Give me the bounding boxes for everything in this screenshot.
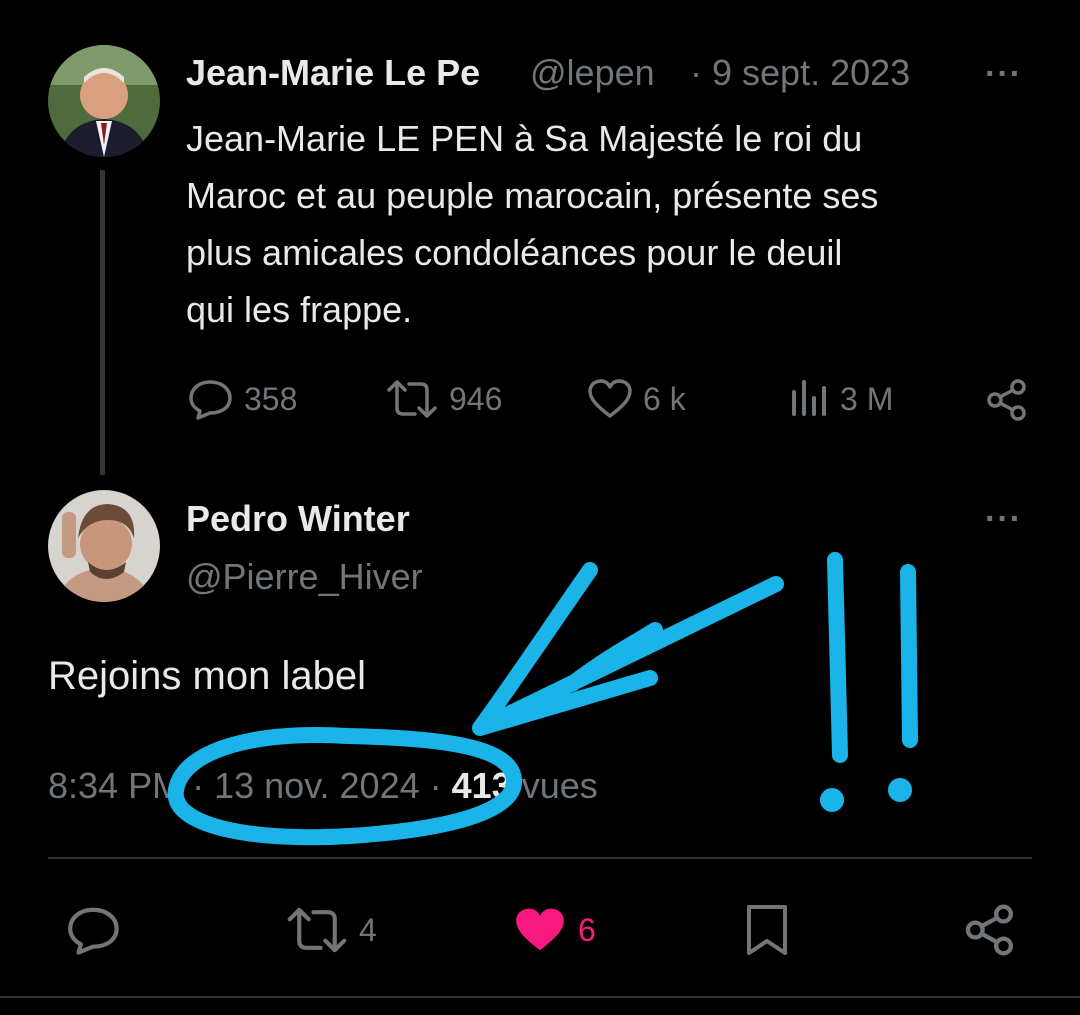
bookmark-icon: [747, 905, 787, 955]
views-count: 413: [451, 765, 512, 806]
author-name[interactable]: Pedro Winter: [186, 498, 410, 540]
views-button[interactable]: 3 M: [790, 378, 893, 420]
tweet-text-line: Maroc et au peuple marocain, présente se…: [186, 175, 879, 216]
repost-count: 4: [359, 911, 377, 948]
annotation-exclamation: [827, 552, 848, 763]
avatar-jean-marie-le-pen[interactable]: [48, 45, 160, 157]
tweet-date[interactable]: · 9 sept. 2023: [690, 52, 910, 94]
repost-button[interactable]: 4: [285, 905, 377, 955]
tweet-text-line: plus amicales condoléances pour le deuil: [186, 232, 843, 273]
repost-count: 946: [449, 380, 503, 417]
tweet-text: Jean-Marie LE PEN à Sa Majesté le roi du…: [186, 110, 1046, 338]
thread-line: [100, 170, 105, 475]
tweet-timestamp[interactable]: 8:34 PM · 13 nov. 2024 · 413 vues: [48, 765, 598, 807]
like-button[interactable]: 6 k: [587, 378, 686, 420]
repost-icon: [287, 907, 347, 953]
bookmark-button[interactable]: [744, 903, 790, 957]
separator: ·: [429, 765, 442, 806]
author-name[interactable]: Jean-Marie Le Pe: [186, 52, 516, 94]
repost-icon: [387, 380, 437, 418]
more-options-button[interactable]: ···: [985, 55, 1022, 94]
more-options-button[interactable]: ···: [985, 500, 1022, 539]
tweet-text-line: Jean-Marie LE PEN à Sa Majesté le roi du: [186, 118, 863, 159]
divider: [48, 857, 1032, 859]
annotation-arrow: [472, 562, 784, 736]
share-button[interactable]: [963, 903, 1017, 957]
avatar-pedro-winter[interactable]: [48, 490, 160, 602]
author-handle[interactable]: @lepen: [530, 52, 655, 94]
separator: ·: [192, 765, 205, 806]
annotation-dot: [820, 788, 844, 812]
tweet-time: 8:34 PM: [48, 765, 183, 806]
reply-button[interactable]: 358: [188, 378, 297, 420]
views-count: 3 M: [840, 380, 894, 417]
share-icon: [987, 379, 1026, 421]
reply-icon: [189, 380, 232, 420]
like-filled-icon: [516, 908, 564, 951]
author-handle[interactable]: @Pierre_Hiver: [186, 556, 423, 598]
reply-count: 358: [244, 380, 298, 417]
share-icon: [965, 904, 1014, 956]
annotation-exclamation: [900, 564, 918, 748]
like-count: 6 k: [643, 380, 686, 417]
reply-icon: [68, 907, 119, 955]
like-button[interactable]: 6: [512, 905, 596, 955]
tweet-text-line: qui les frappe.: [186, 289, 413, 330]
views-icon: [792, 380, 826, 416]
like-icon: [588, 379, 632, 418]
divider: [0, 996, 1080, 998]
tweet-text: Rejoins mon label: [48, 654, 366, 698]
annotation-dot: [888, 778, 912, 802]
repost-button[interactable]: 946: [385, 378, 502, 420]
views-label: vues: [521, 765, 598, 806]
tweet-date: 13 nov. 2024: [214, 765, 420, 806]
reply-button[interactable]: [66, 905, 122, 955]
share-button[interactable]: [985, 378, 1029, 422]
like-count: 6: [578, 911, 596, 948]
